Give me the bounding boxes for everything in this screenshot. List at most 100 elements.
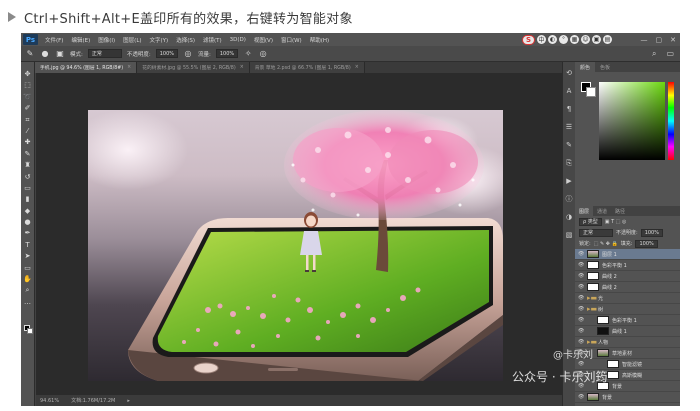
visibility-eye-icon[interactable]: 👁 [578,251,584,257]
maximize-icon[interactable]: ▢ [656,36,663,44]
brush-panel-icon[interactable]: ✎ [565,141,574,150]
pressure-size-icon[interactable]: ◎ [258,49,268,59]
clone-source-icon[interactable]: ⎘ [565,159,574,168]
kind-filter[interactable]: ρ 类型 [579,217,602,226]
info-icon[interactable]: ⓘ [565,195,574,204]
menu-file[interactable]: 文件(F) [41,36,67,44]
pen-tool-icon[interactable]: ✒ [23,229,32,237]
zoom-tool-icon[interactable]: ⌕ [23,286,32,294]
flow-field[interactable]: 100% [215,49,239,58]
tab-grass[interactable]: 背景 草地 2.psd @ 66.7% (图层 1, RGB/8) × [249,62,365,73]
stamp-tool-icon[interactable]: ♜ [23,161,32,169]
color-field[interactable] [599,82,665,160]
healing-tool-icon[interactable]: ✚ [23,138,32,146]
layer-row[interactable]: 👁 曲线 1 [575,326,680,337]
status-arrow-icon[interactable]: ▸ [127,398,130,404]
tab-paths[interactable]: 路径 [611,206,629,216]
brush-tool-icon[interactable]: ✎ [25,49,35,59]
tab-swatches[interactable]: 色板 [595,62,616,72]
marquee-tool-icon[interactable]: ⬚ [23,81,32,89]
tab-layers[interactable]: 图层 [575,206,594,216]
fill-field[interactable]: 100% [635,239,658,248]
opacity-field[interactable]: 100% [155,49,179,58]
layer-row[interactable]: 👁 色彩平衡 1 [575,260,680,271]
menu-window[interactable]: 窗口(W) [277,36,306,44]
eyedropper-tool-icon[interactable]: ⁄ [23,127,32,135]
paragraph-icon[interactable]: ¶ [565,105,574,114]
visibility-eye-icon[interactable]: 👁 [578,328,584,334]
crop-tool-icon[interactable]: ⌗ [23,116,32,124]
lasso-tool-icon[interactable]: ➰ [23,93,32,101]
layer-row[interactable]: 👁 色彩平衡 1 [575,315,680,326]
search-icon[interactable]: ⌕ [652,49,656,59]
pressure-opacity-icon[interactable]: ◎ [183,49,193,59]
visibility-eye-icon[interactable]: 👁 [578,295,584,301]
filter-icons[interactable]: ▣ T ⬚ ◎ [605,219,627,225]
visibility-eye-icon[interactable]: 👁 [578,317,584,323]
close-icon[interactable]: ✕ [670,36,676,44]
minimize-icon[interactable]: — [641,36,648,44]
workspace-icon[interactable]: ▭ [666,49,674,59]
gradient-tool-icon[interactable]: ▮ [23,195,32,203]
close-tab-icon[interactable]: × [355,65,359,70]
airbrush-icon[interactable]: ✧ [243,49,253,59]
moon-icon[interactable]: ◐ [548,35,557,44]
properties-icon[interactable]: ☰ [565,123,574,132]
mode-select[interactable]: 正常 [87,49,122,58]
menu-filter[interactable]: 滤镜(T) [199,36,226,44]
blend-mode-select[interactable]: 正常 [579,228,613,237]
keyboard-icon[interactable]: ▦ [570,35,579,44]
visibility-eye-icon[interactable]: 👁 [578,262,584,268]
blur-tool-icon[interactable]: ◆ [23,207,32,215]
menu-select[interactable]: 选择(S) [172,36,199,44]
more-tools-icon[interactable]: … [23,298,32,306]
tab-color[interactable]: 颜色 [575,62,596,72]
ime-chinese-icon[interactable]: 中 [537,35,546,44]
dodge-tool-icon[interactable]: ● [23,218,32,226]
tab-phone[interactable]: 手机.jpg @ 94.6% (图层 1, RGB/8#) × [35,62,138,73]
toolbox-icon[interactable]: ▤ [603,35,612,44]
move-tool-icon[interactable]: ✥ [23,70,32,78]
canvas-area[interactable] [36,73,562,395]
background-color-swatch[interactable] [27,328,33,334]
close-tab-icon[interactable]: × [240,65,244,70]
zoom-readout[interactable]: 94.61% [40,398,59,404]
menu-image[interactable]: 图像(I) [94,36,119,44]
layer-row[interactable]: 👁 ▸▬ 光 [575,293,680,304]
user-icon[interactable]: ☺ [581,35,590,44]
menu-edit[interactable]: 编辑(E) [67,36,94,44]
panel-background-swatch[interactable] [586,87,596,97]
brush-panel-icon[interactable]: ▣ [55,49,65,59]
layer-row[interactable]: 👁 曲线 2 [575,282,680,293]
skin-icon[interactable]: ▣ [592,35,601,44]
hue-slider[interactable] [668,82,674,160]
punctuation-icon[interactable]: ° [559,35,568,44]
layer-row[interactable]: 👁 ▸▬ 树 [575,304,680,315]
menu-help[interactable]: 帮助(H) [306,36,333,44]
close-tab-icon[interactable]: × [127,65,131,70]
visibility-eye-icon[interactable]: 👁 [578,339,584,345]
adjust-icon[interactable]: ◑ [565,213,574,222]
history-icon[interactable]: ⟲ [565,69,574,78]
path-select-tool-icon[interactable]: ➤ [23,252,32,260]
styles-icon[interactable]: ▧ [565,231,574,240]
actions-icon[interactable]: ▶ [565,177,574,186]
brush-tool-icon[interactable]: ✎ [23,150,32,158]
visibility-eye-icon[interactable]: 👁 [578,394,584,400]
sogou-icon[interactable]: S [522,34,535,45]
menu-3d[interactable]: 3D(D) [226,37,250,43]
layer-row[interactable]: 👁 曲线 2 [575,271,680,282]
tab-tree[interactable]: 花的树素材.jpg @ 55.5% (图层 2, RGB/8) × [137,62,250,73]
shape-tool-icon[interactable]: ▭ [23,264,32,272]
visibility-eye-icon[interactable]: 👁 [578,361,584,367]
type-tool-icon[interactable]: T [23,241,32,249]
layer-row[interactable]: 👁 背景 [575,392,680,403]
brush-preset-icon[interactable]: ● [40,49,50,59]
menu-view[interactable]: 视图(V) [250,36,277,44]
hand-tool-icon[interactable]: ✋ [23,275,32,283]
lock-icons[interactable]: ⬚ ✎ ✥ 🔒 [594,241,618,247]
visibility-eye-icon[interactable]: 👁 [578,284,584,290]
eraser-tool-icon[interactable]: ▭ [23,184,32,192]
visibility-eye-icon[interactable]: 👁 [578,306,584,312]
quick-select-tool-icon[interactable]: ✐ [23,104,32,112]
